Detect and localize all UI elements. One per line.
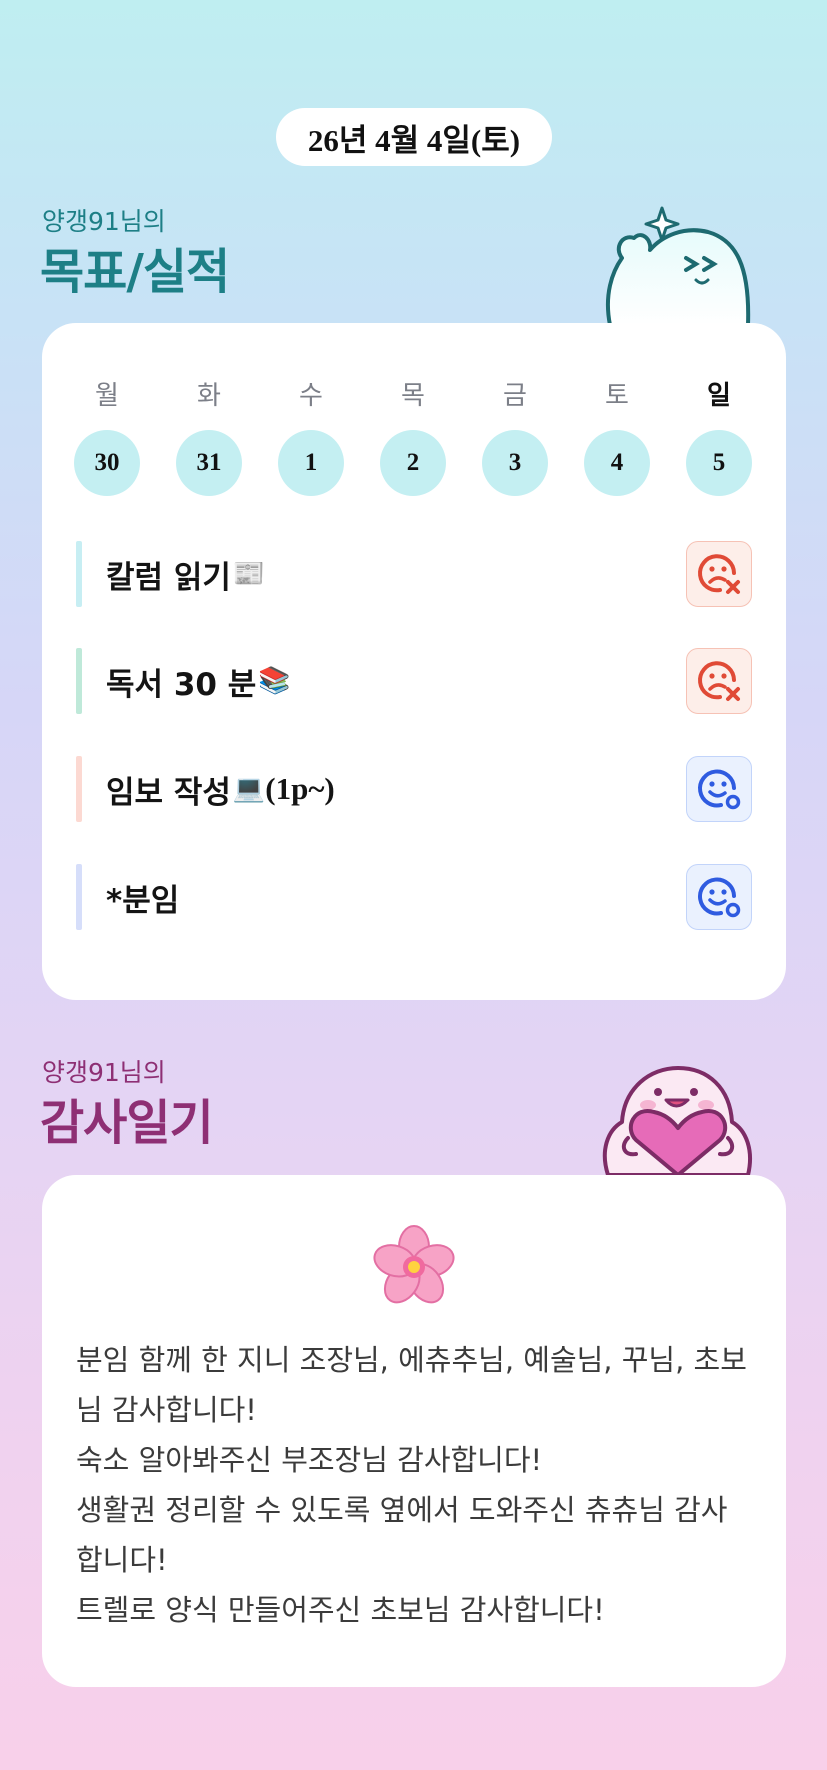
date-circle[interactable]: 5 (686, 430, 752, 496)
goal-row[interactable]: 임보 작성 💻 (1p~) (76, 756, 752, 822)
goals-card: 월 화 수 목 금 토 일 30 31 1 2 3 4 5 칼럼 읽기 📰 독서 … (42, 323, 786, 1000)
goal-color-bar (76, 756, 82, 822)
books-icon: 📚 (258, 666, 291, 696)
gratitude-card: 분임 함께 한 지니 조장님, 에츄추님, 예술님, 꾸님, 초보님 감사합니다… (42, 1175, 786, 1687)
weekday-fri: 금 (503, 381, 527, 411)
goal-row[interactable]: 독서 30 분 📚 (76, 648, 752, 714)
thumbs-up-mascot-icon (605, 206, 751, 325)
goal-color-bar (76, 541, 82, 607)
goal-color-bar (76, 648, 82, 714)
date-circle[interactable]: 30 (74, 430, 140, 496)
goal-row[interactable]: 칼럼 읽기 📰 (76, 541, 752, 607)
heart-hugging-mascot-icon (602, 1066, 752, 1175)
date-circle[interactable]: 2 (380, 430, 446, 496)
goal-label: 임보 작성 💻 (1p~) (106, 756, 335, 822)
goal-label: 독서 30 분 📚 (106, 648, 291, 714)
goal-text: 임보 작성 (106, 774, 231, 811)
weekday-wed: 수 (299, 381, 323, 411)
date-circle[interactable]: 31 (176, 430, 242, 496)
goal-text: 칼럼 읽기 (106, 559, 231, 596)
smile-face-dot-icon (698, 877, 741, 918)
sad-face-x-icon (698, 661, 740, 701)
weekday-header: 월 화 수 목 금 토 일 (42, 375, 786, 415)
smile-face-dot-icon (698, 769, 741, 810)
weekday-thu: 목 (401, 381, 425, 411)
goal-label: *분임 (106, 864, 179, 930)
weekday-sun: 일 (707, 381, 731, 411)
goal-color-bar (76, 864, 82, 930)
gratitude-title: 감사일기 (40, 1095, 214, 1151)
goal-text: 독서 30 분 (106, 666, 257, 703)
goal-label: 칼럼 읽기 📰 (106, 541, 265, 607)
weekday-sat: 토 (605, 381, 629, 411)
goal-status-button[interactable] (686, 864, 752, 930)
date-circle[interactable]: 1 (278, 430, 344, 496)
goal-status-button[interactable] (686, 541, 752, 607)
goal-row[interactable]: *분임 (76, 864, 752, 930)
sad-face-x-icon (698, 554, 740, 594)
date-circle[interactable]: 3 (482, 430, 548, 496)
goals-title: 목표/실적 (40, 244, 230, 300)
gratitude-text: 분임 함께 한 지니 조장님, 에츄추님, 예술님, 꾸님, 초보님 감사합니다… (76, 1343, 747, 1627)
goal-status-button[interactable] (686, 756, 752, 822)
date-circle[interactable]: 4 (584, 430, 650, 496)
goal-text: *분임 (106, 882, 180, 919)
newspaper-icon: 📰 (232, 559, 266, 589)
goal-suffix: (1p~) (265, 771, 335, 806)
goal-status-button[interactable] (686, 648, 752, 714)
date-pill: 26년 4월 4일(토) (276, 108, 552, 166)
cherry-blossom-icon (373, 1225, 455, 1304)
weekday-tue: 화 (197, 381, 221, 411)
laptop-icon: 💻 (232, 774, 266, 804)
weekday-mon: 월 (95, 381, 119, 411)
